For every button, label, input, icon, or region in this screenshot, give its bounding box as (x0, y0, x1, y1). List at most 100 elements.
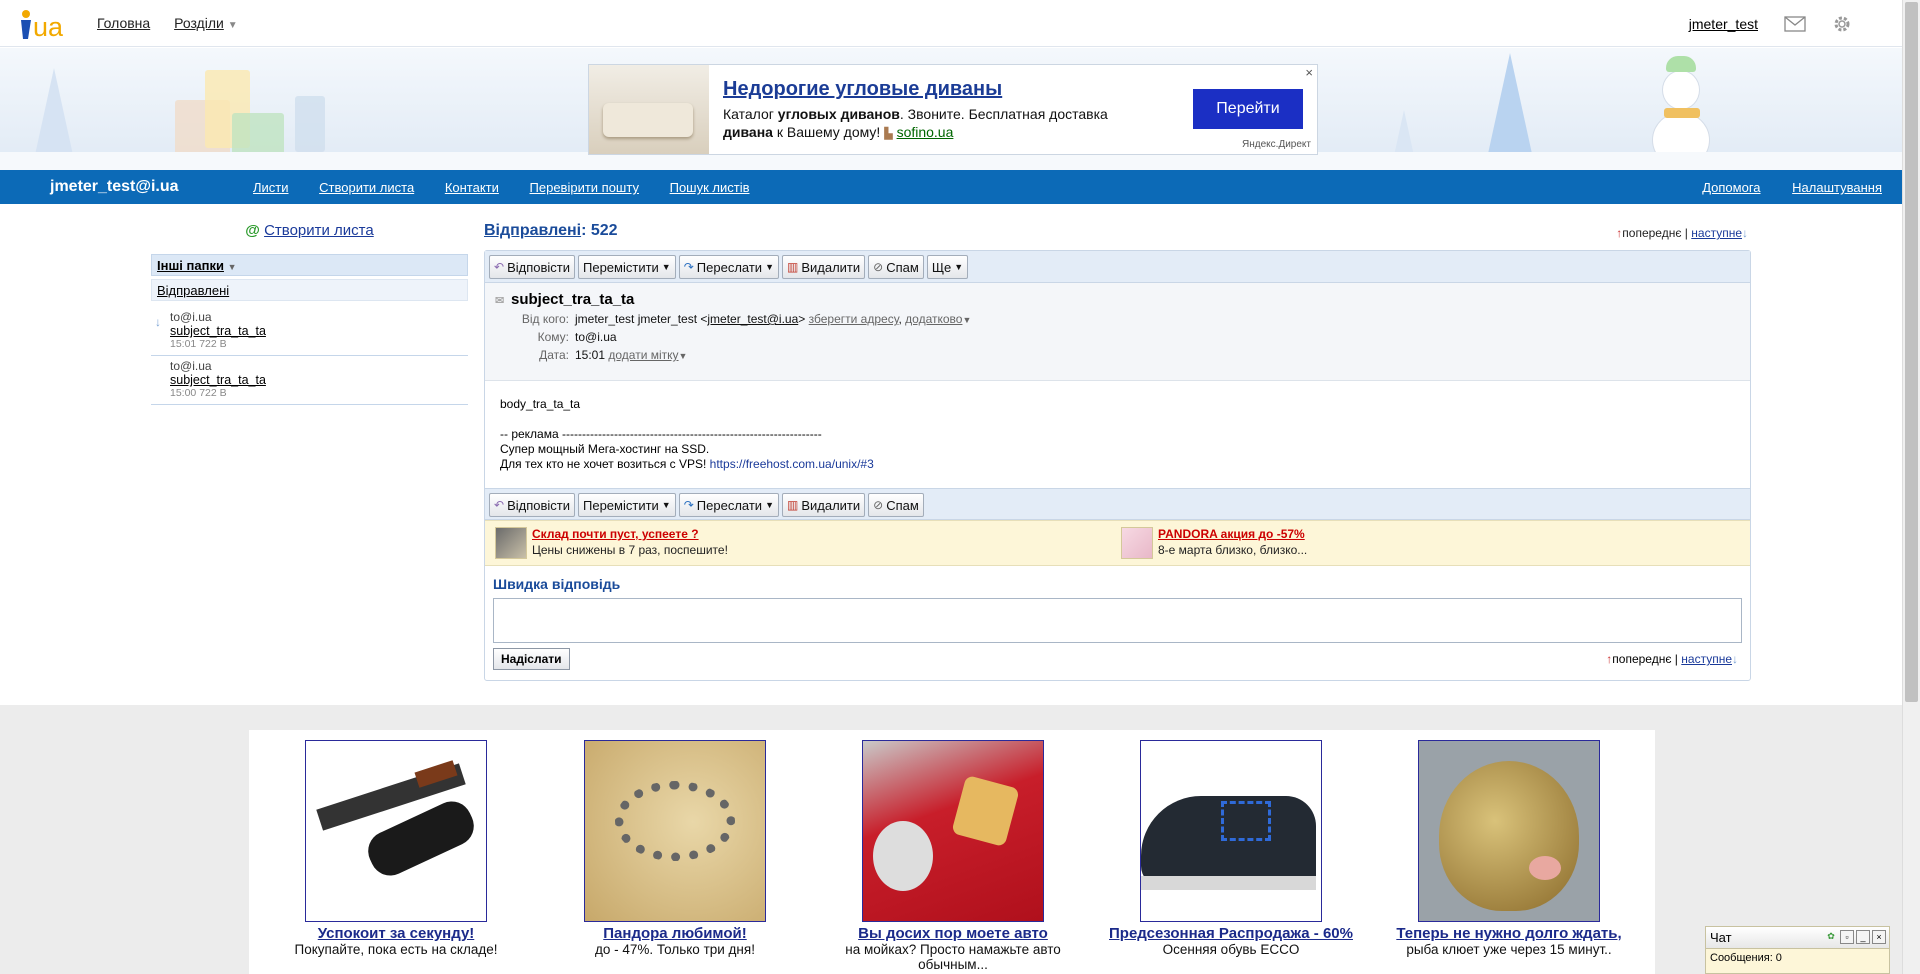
date-label: Дата: (539, 348, 569, 362)
nav-help[interactable]: Допомога (1702, 180, 1760, 195)
message-subject[interactable]: subject_tra_ta_ta (170, 373, 468, 387)
scrollbar-thumb[interactable] (1905, 2, 1918, 702)
nav-sections[interactable]: Розділи ▼ (174, 15, 238, 31)
status-icon[interactable]: ✿ (1824, 930, 1838, 944)
chevron-down-icon: ▼ (661, 500, 671, 510)
add-tag-link[interactable]: додати мітку (608, 348, 678, 362)
send-button[interactable]: Надіслати (493, 648, 570, 670)
arrow-down-icon: ↓ (155, 315, 161, 329)
promo-title[interactable]: Склад почти пуст, успеете ? (532, 527, 699, 541)
ad-card[interactable]: Вы досих пор моете авто на мойках? Прост… (818, 740, 1088, 972)
mail-icon[interactable] (1784, 16, 1806, 32)
ad-card-image[interactable] (1140, 740, 1322, 922)
ad-card[interactable]: Пандора любимой! до - 47%. Только три дн… (540, 740, 810, 957)
ad-go-button[interactable]: Перейти (1193, 89, 1303, 129)
folder-title-link[interactable]: Відправлені (484, 222, 581, 239)
body-link[interactable]: https://freehost.com.ua/unix/#3 (710, 457, 874, 471)
pager-prev[interactable]: попереднє (1612, 652, 1671, 666)
compose-link[interactable]: @ Створити листа (151, 222, 468, 239)
message-subject[interactable]: subject_tra_ta_ta (170, 324, 468, 338)
delete-button[interactable]: ▥ Видалити (781, 255, 866, 279)
nav-compose[interactable]: Створити листа (319, 180, 414, 195)
from-email[interactable]: jmeter_test@i.ua (707, 312, 798, 326)
promo-bar: Склад почти пуст, успеете ? Цены снижены… (485, 520, 1750, 566)
close-icon[interactable]: × (1305, 65, 1313, 80)
nav-settings[interactable]: Налаштування (1792, 180, 1882, 195)
chevron-down-icon: ▼ (661, 262, 671, 272)
ad-card[interactable]: Предсезонная Распродажа - 60% Осенняя об… (1096, 740, 1366, 957)
ad-card-desc: рыба клюет уже через 15 минут.. (1406, 942, 1612, 957)
user-link[interactable]: jmeter_test (1689, 16, 1758, 32)
restore-icon[interactable]: ▫ (1840, 930, 1854, 944)
ad-card-title[interactable]: Теперь не нужно долго ждать, (1374, 925, 1644, 942)
ad-card-title[interactable]: Предсезонная Распродажа - 60% (1096, 925, 1366, 942)
ad-card[interactable]: Успокоит за секунду! Покупайте, пока ест… (261, 740, 531, 957)
ad-text-3: к Вашему дому! (772, 124, 881, 140)
ad-card-title[interactable]: Успокоит за секунду! (261, 925, 531, 942)
quick-reply-input[interactable] (493, 598, 1742, 643)
ad-footer[interactable]: Яндекс.Директ (1242, 139, 1311, 150)
ad-link[interactable]: sofino.ua (897, 124, 954, 140)
message-body: body_tra_ta_ta -- реклама --------------… (485, 381, 1750, 488)
spam-button[interactable]: ⊘ Спам (868, 255, 924, 279)
spam-button[interactable]: ⊘ Спам (868, 493, 924, 517)
arrow-down-icon: ↓ (1732, 652, 1738, 666)
list-item[interactable]: ↓ to@i.ua subject_tra_ta_ta 15:01 722 B (151, 307, 468, 356)
pager-next[interactable]: наступне (1691, 226, 1742, 240)
yandex-ad[interactable]: Недорогие угловые диваны Каталог угловых… (588, 64, 1318, 155)
move-button[interactable]: Перемістити ▼ (578, 255, 676, 279)
mail-nav: Листи Створити листа Контакти Перевірити… (253, 180, 777, 195)
delete-button[interactable]: ▥ Видалити (781, 493, 866, 517)
scrollbar[interactable] (1902, 0, 1920, 974)
ad-card-title[interactable]: Пандора любимой! (540, 925, 810, 942)
date-row: Дата: 15:01 додати мітку▼ (495, 348, 1740, 362)
reply-button[interactable]: ↶ Відповісти (489, 255, 575, 279)
nav-contacts[interactable]: Контакти (445, 180, 499, 195)
forward-button[interactable]: ↷ Переслати ▼ (678, 255, 779, 279)
nav-search[interactable]: Пошук листів (670, 180, 750, 195)
ad-card-image[interactable] (862, 740, 1044, 922)
nav-letters[interactable]: Листи (253, 180, 289, 195)
nav-check-mail[interactable]: Перевірити пошту (530, 180, 639, 195)
ad-card-image[interactable] (584, 740, 766, 922)
folder-sent-label[interactable]: Відправлені (157, 283, 229, 298)
list-item[interactable]: to@i.ua subject_tra_ta_ta 15:00 722 B (151, 356, 468, 405)
close-icon[interactable]: × (1872, 930, 1886, 944)
more-button[interactable]: Ще ▼ (926, 255, 969, 279)
more-details-link[interactable]: додатково (905, 312, 962, 326)
other-folders[interactable]: Інші папки ▼ (151, 254, 468, 276)
promo-image[interactable] (495, 527, 527, 559)
to-label: Кому: (537, 330, 569, 344)
i-ua-logo[interactable]: ua (19, 9, 77, 42)
ad-title[interactable]: Недорогие угловые диваны (723, 78, 1002, 101)
compose-label[interactable]: Створити листа (264, 222, 374, 239)
message-to: to@i.ua (170, 359, 212, 373)
minimize-icon[interactable]: _ (1856, 930, 1870, 944)
pager-next[interactable]: наступне (1681, 652, 1732, 666)
pager-prev[interactable]: попереднє (1622, 226, 1681, 240)
gear-icon[interactable] (1832, 14, 1852, 34)
save-address-link[interactable]: зберегти адресу (809, 312, 899, 326)
forward-button[interactable]: ↷ Переслати ▼ (678, 493, 779, 517)
nav-home[interactable]: Головна (97, 15, 150, 31)
folder-sent[interactable]: Відправлені (151, 279, 468, 301)
chat-header[interactable]: Чат ✿ ▫ _ × (1706, 927, 1889, 949)
ad-card-image[interactable] (305, 740, 487, 922)
promo-image[interactable] (1121, 527, 1153, 559)
chat-widget[interactable]: Чат ✿ ▫ _ × Сообщения: 0 (1705, 926, 1890, 974)
reply-button[interactable]: ↶ Відповісти (489, 493, 575, 517)
folder-title: Відправлені: 522 (484, 222, 618, 239)
message-meta: 15:01 722 B (170, 338, 227, 350)
spam-label: Спам (886, 259, 919, 275)
other-folders-label[interactable]: Інші папки (157, 258, 224, 273)
toolbar-bottom: ↶ Відповісти Перемістити ▼ ↷ Переслати ▼ ▥ Ви… (485, 488, 1750, 520)
ad-sofa-image[interactable] (589, 65, 709, 154)
message-header: ✉ subject_tra_ta_ta Від кого: jmeter_test… (485, 283, 1750, 381)
more-label: Ще (931, 259, 952, 275)
ad-card-image[interactable] (1418, 740, 1600, 922)
account-email[interactable]: jmeter_test@i.ua (50, 178, 179, 196)
promo-title[interactable]: PANDORA акция до -57% (1158, 527, 1305, 541)
ad-card-title[interactable]: Вы досих пор моете авто (818, 925, 1088, 942)
ad-card[interactable]: Теперь не нужно долго ждать, рыба клюет … (1374, 740, 1644, 957)
move-button[interactable]: Перемістити ▼ (578, 493, 676, 517)
